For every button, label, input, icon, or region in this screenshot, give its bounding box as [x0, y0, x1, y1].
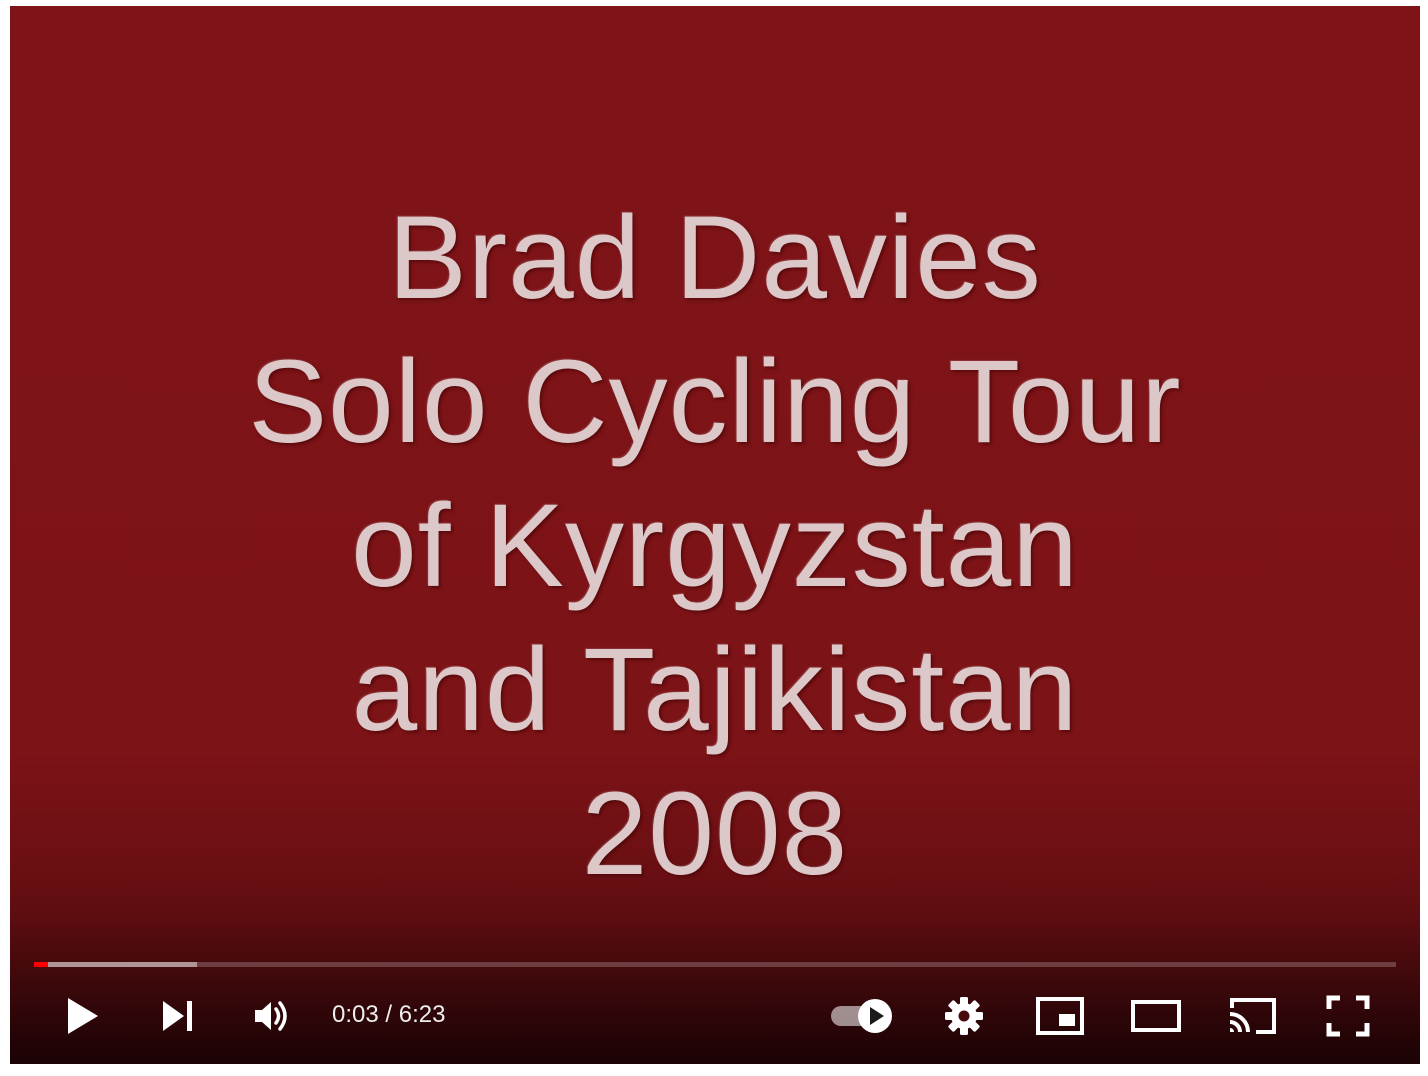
settings-button[interactable]	[938, 992, 990, 1040]
theater-mode-icon	[1130, 998, 1182, 1034]
cast-button[interactable]	[1224, 992, 1280, 1040]
current-time: 0:03	[332, 1001, 379, 1028]
controls-gradient	[10, 914, 1420, 1064]
next-button[interactable]	[152, 992, 204, 1040]
cast-icon	[1226, 996, 1278, 1036]
video-title-card: Brad Davies Solo Cycling Tour of Kyrgyzs…	[10, 186, 1420, 906]
autoplay-toggle[interactable]	[824, 992, 900, 1040]
autoplay-toggle-icon	[827, 996, 897, 1036]
miniplayer-button[interactable]	[1032, 992, 1088, 1040]
title-line-3: of Kyrgyzstan	[351, 480, 1079, 612]
progress-buffered	[34, 962, 198, 967]
miniplayer-icon	[1035, 996, 1085, 1036]
time-display: 0:03 / 6:23	[332, 998, 445, 1032]
title-line-4: and Tajikistan	[351, 624, 1079, 756]
title-line-5: 2008	[581, 768, 849, 900]
title-line-2: Solo Cycling Tour	[248, 336, 1182, 468]
progress-bar[interactable]	[34, 962, 1396, 967]
volume-icon	[252, 997, 292, 1035]
title-line-1: Brad Davies	[388, 192, 1042, 324]
volume-button[interactable]	[246, 992, 298, 1040]
video-player[interactable]: Brad Davies Solo Cycling Tour of Kyrgyzs…	[10, 6, 1420, 1064]
duration: 6:23	[398, 1001, 446, 1028]
play-button[interactable]	[56, 992, 108, 1040]
next-icon	[160, 998, 196, 1034]
fullscreen-icon	[1326, 995, 1370, 1037]
time-separator: /	[378, 1001, 399, 1028]
play-icon	[64, 996, 100, 1036]
theater-mode-button[interactable]	[1128, 992, 1184, 1040]
progress-played	[34, 962, 48, 967]
gear-icon	[943, 995, 985, 1037]
fullscreen-button[interactable]	[1320, 992, 1376, 1040]
